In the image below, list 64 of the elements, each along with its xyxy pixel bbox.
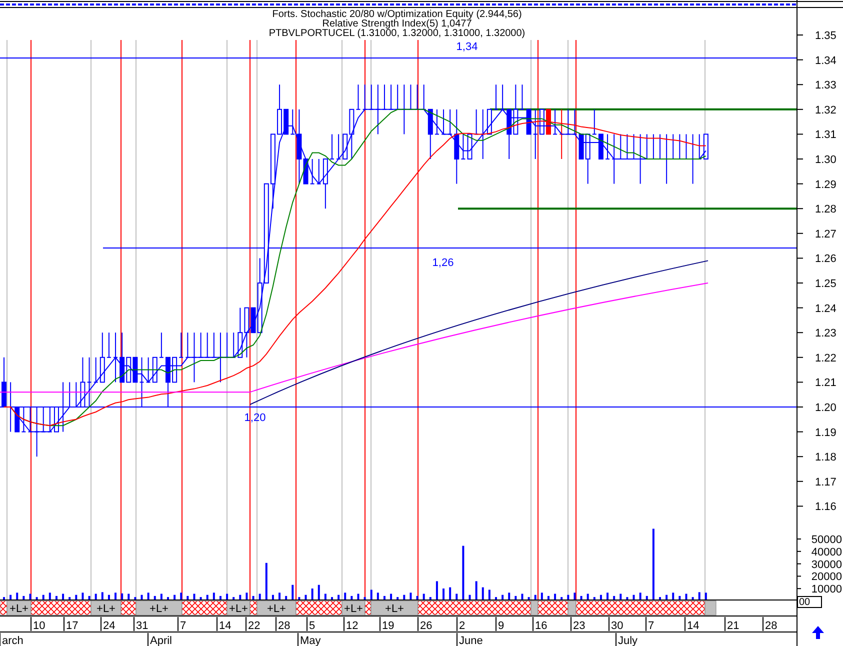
price-axis-label: 1.27 <box>815 228 836 240</box>
chart-title: PTBVLPORTUCEL (1.31000, 1.32000, 1.31000, 1.32000) <box>268 28 526 39</box>
month-label: May <box>300 635 321 646</box>
date-label: 28 <box>278 620 290 632</box>
level-label: 1,34 <box>456 41 478 53</box>
session-segment: +L+ <box>342 600 366 616</box>
date-label: 19 <box>382 620 394 632</box>
date-label: 5 <box>309 620 316 632</box>
date-label: 22 <box>248 620 260 632</box>
price-axis-label: 1.24 <box>815 302 836 315</box>
price-axis-label: 1.21 <box>815 377 836 390</box>
date-label: 16 <box>535 620 548 632</box>
price-axis-label: 1.19 <box>815 426 836 439</box>
price-axis-label: 1.26 <box>815 253 836 266</box>
month-label: April <box>150 635 172 646</box>
session-segment: +L+ <box>6 600 32 616</box>
volume-axis-label: 50000 <box>811 534 842 546</box>
month-label: arch <box>2 635 24 646</box>
price-axis-label: 1.18 <box>815 452 836 464</box>
price-axis-label: 1.28 <box>815 204 836 216</box>
month-label: July <box>618 635 638 646</box>
date-label: 24 <box>103 620 116 632</box>
price-axis-label: 1.30 <box>815 154 836 166</box>
price-axis-label: 1.33 <box>815 80 836 92</box>
volume-axis-label: 30000 <box>811 558 842 571</box>
price-axis-label: 1.32 <box>815 104 836 116</box>
price-axis-label: 1.23 <box>815 328 836 340</box>
date-label: 14 <box>219 620 232 632</box>
volume-axis-label: 10000 <box>811 584 842 596</box>
date-label: 10 <box>33 620 46 632</box>
date-label: 2 <box>459 620 466 632</box>
date-label: 7 <box>648 620 654 632</box>
price-axis-label: 1.31 <box>815 129 836 142</box>
price-axis-label: 1.22 <box>815 352 836 364</box>
date-label: 28 <box>765 620 778 632</box>
date-label: 31 <box>136 620 148 632</box>
date-label: 23 <box>573 620 586 632</box>
scale-box: 00 <box>797 596 822 608</box>
price-axis-label: 1.20 <box>815 402 836 414</box>
session-segment: +L+ <box>370 600 418 616</box>
date-label: 26 <box>420 620 432 632</box>
date-label: 30 <box>611 620 624 632</box>
session-segment: +L+ <box>256 600 296 616</box>
session-segment: +L+ <box>90 600 122 616</box>
date-label: 21 <box>727 620 740 632</box>
session-segment: +L+ <box>136 600 182 616</box>
chart-title: Forts. Stochastic 20/80 w/Optimization Equity (2.944,56) <box>272 9 522 20</box>
session-segment: +L+ <box>226 600 250 616</box>
price-axis-label: 1.17 <box>815 476 836 488</box>
date-label: 14 <box>687 620 700 632</box>
volume-axis-label: 40000 <box>811 546 842 558</box>
chart-title: Relative Strength Index(5) 1,0477 <box>322 18 472 30</box>
price-axis-label: 1.16 <box>815 501 836 514</box>
date-label: 9 <box>498 620 504 632</box>
date-label: 7 <box>180 620 186 632</box>
volume-axis-label: 20000 <box>811 571 842 584</box>
level-label: 1,26 <box>432 257 454 269</box>
month-label: June <box>459 635 483 646</box>
date-label: 17 <box>66 620 78 632</box>
price-axis-label: 1.29 <box>815 178 836 191</box>
date-label: 12 <box>346 620 358 632</box>
price-axis-label: 1.34 <box>815 54 836 67</box>
price-axis-label: 1.25 <box>815 278 836 290</box>
price-axis-label: 1.35 <box>815 30 836 42</box>
